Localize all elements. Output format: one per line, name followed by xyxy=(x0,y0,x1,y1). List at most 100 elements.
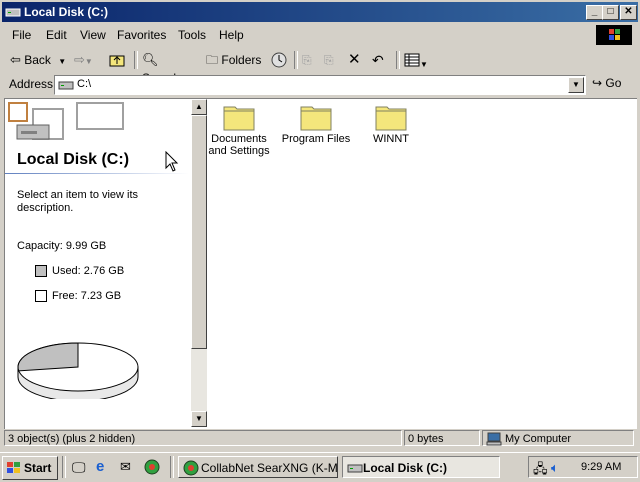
copy-to-icon: ⎘ xyxy=(324,53,334,67)
close-button[interactable]: ✕ xyxy=(620,5,637,20)
windows-logo-icon xyxy=(596,25,632,45)
search-button[interactable]: 🔍︎ Search xyxy=(142,51,198,85)
folder-icon xyxy=(300,103,332,131)
used-slice xyxy=(17,342,79,372)
taskbar: Start 🖵︎ e ✉ CollabNet SearXNG (K-Mel...… xyxy=(0,452,640,481)
folders-button[interactable]: 🗀︎ Folders xyxy=(206,51,264,69)
folder-icon xyxy=(223,103,255,131)
network-icon[interactable]: 🖧︎ xyxy=(533,460,548,482)
task-label: Local Disk (C:) xyxy=(363,461,448,475)
toolbar-separator xyxy=(134,51,138,69)
address-label: Address xyxy=(9,77,54,91)
back-label: Back xyxy=(24,53,51,67)
disk-usage-pie-chart xyxy=(17,342,139,399)
volume-icon[interactable]: 🔈︎ xyxy=(551,460,559,476)
menu-file[interactable]: File xyxy=(12,28,31,42)
menu-favorites[interactable]: Favorites xyxy=(117,28,166,42)
pane-description: Select an item to view its description. xyxy=(17,189,139,214)
scroll-down-button[interactable]: ▼ xyxy=(191,411,207,427)
clock[interactable]: 9:29 AM xyxy=(581,461,621,473)
menu-tools[interactable]: Tools xyxy=(178,28,206,42)
task-collabnet[interactable]: CollabNet SearXNG (K-Mel... xyxy=(178,456,338,478)
back-arrow-icon: ⇦ xyxy=(10,52,21,67)
address-input[interactable]: C:\ ▼ xyxy=(54,75,586,95)
status-bar: 3 object(s) (plus 2 hidden) 0 bytes My C… xyxy=(2,430,638,448)
start-button[interactable]: Start xyxy=(2,456,58,480)
drive-icon xyxy=(347,464,363,473)
search-icon: 🔍︎ xyxy=(142,52,159,67)
forward-arrow-icon: ⇨ xyxy=(74,52,85,67)
folder-label: Documents and Settings xyxy=(208,133,270,157)
forward-button[interactable]: ⇨▼ xyxy=(74,51,100,69)
free-swatch xyxy=(35,290,47,302)
back-dropdown-icon[interactable]: ▼ xyxy=(58,57,66,66)
copy-to-button[interactable]: ⎘ xyxy=(324,51,342,69)
window-title: Local Disk (C:) xyxy=(24,5,109,19)
drive-banner-icon xyxy=(8,102,124,140)
undo-button[interactable]: ↶ xyxy=(372,51,390,69)
windows-flag-icon xyxy=(7,462,20,473)
history-icon xyxy=(271,52,287,68)
up-folder-button[interactable] xyxy=(108,51,128,69)
internet-explorer-icon[interactable]: e xyxy=(96,458,104,475)
system-tray: 🖧︎ 🔈︎ 9:29 AM xyxy=(528,456,638,478)
minimize-button[interactable]: _ xyxy=(586,5,603,20)
task-label: CollabNet SearXNG (K-Mel... xyxy=(201,461,338,475)
info-pane: Local Disk (C:) Select an item to view i… xyxy=(5,99,191,427)
folder-icon xyxy=(375,103,407,131)
free-label: Free: 7.23 GB xyxy=(52,290,122,302)
folders-label: Folders xyxy=(221,53,262,67)
folder-item[interactable]: Documents and Settings xyxy=(202,101,276,157)
status-zone: My Computer xyxy=(482,430,634,446)
folder-label: Program Files xyxy=(281,133,351,145)
views-icon xyxy=(404,53,420,67)
undo-icon: ↶ xyxy=(372,52,384,68)
views-dropdown-icon: ▼ xyxy=(420,60,428,69)
menu-edit[interactable]: Edit xyxy=(46,28,67,42)
title-bar[interactable]: Local Disk (C:) _ □ ✕ xyxy=(2,2,638,22)
delete-x-icon: ✕ xyxy=(348,51,361,68)
drive-icon xyxy=(58,81,74,90)
show-desktop-icon[interactable]: 🖵︎ xyxy=(72,459,86,476)
go-button[interactable]: ↪ Go xyxy=(592,76,632,94)
forward-dropdown-icon[interactable]: ▼ xyxy=(85,57,93,66)
task-local-disk[interactable]: Local Disk (C:) xyxy=(342,456,500,478)
capacity-label: Capacity: 9.99 GB xyxy=(17,240,107,252)
start-label: Start xyxy=(24,461,52,475)
menu-help[interactable]: Help xyxy=(219,28,244,42)
folder-item[interactable]: WINNT xyxy=(354,101,428,145)
toolbar: ⇦ Back ▼ ⇨▼ 🔍︎ Search 🗀︎ Folders ⎘ ⎘ ✕ ↶… xyxy=(2,48,638,85)
views-button[interactable]: ▼ xyxy=(404,51,430,69)
up-folder-icon xyxy=(109,55,125,67)
quicklaunch-separator xyxy=(62,456,66,478)
delete-button[interactable]: ✕ xyxy=(348,51,366,69)
outlook-express-icon[interactable]: ✉ xyxy=(120,459,131,475)
maximize-button[interactable]: □ xyxy=(602,5,619,20)
content-area: Local Disk (C:) Select an item to view i… xyxy=(4,98,637,429)
drive-icon xyxy=(5,8,21,17)
menu-view[interactable]: View xyxy=(80,28,106,42)
history-button[interactable] xyxy=(270,51,290,69)
media-player-icon[interactable] xyxy=(144,459,160,478)
status-zone-label: My Computer xyxy=(505,433,572,445)
address-bar: Address C:\ ▼ ↪ Go xyxy=(2,74,638,96)
toolbar-separator xyxy=(294,51,298,69)
quicklaunch-separator xyxy=(170,456,174,478)
folder-label: WINNT xyxy=(372,133,410,145)
my-computer-icon xyxy=(486,432,502,446)
toolbar-separator xyxy=(396,51,400,69)
used-label: Used: 2.76 GB xyxy=(52,265,125,277)
address-value: C:\ xyxy=(77,78,92,90)
status-objects: 3 object(s) (plus 2 hidden) xyxy=(4,430,402,446)
menu-bar: File Edit View Favorites Tools Help xyxy=(2,24,638,46)
used-swatch xyxy=(35,265,47,277)
move-to-button[interactable]: ⎘ xyxy=(302,51,320,69)
browser-globe-icon xyxy=(183,460,199,476)
folders-icon: 🗀︎ xyxy=(206,53,219,67)
go-arrow-icon: ↪ xyxy=(592,76,603,90)
folder-item[interactable]: Program Files xyxy=(279,101,353,145)
address-dropdown-icon[interactable]: ▼ xyxy=(568,77,584,93)
go-label: Go xyxy=(605,76,622,90)
back-button[interactable]: ⇦ Back ▼ xyxy=(10,51,70,69)
status-size: 0 bytes xyxy=(404,430,480,446)
